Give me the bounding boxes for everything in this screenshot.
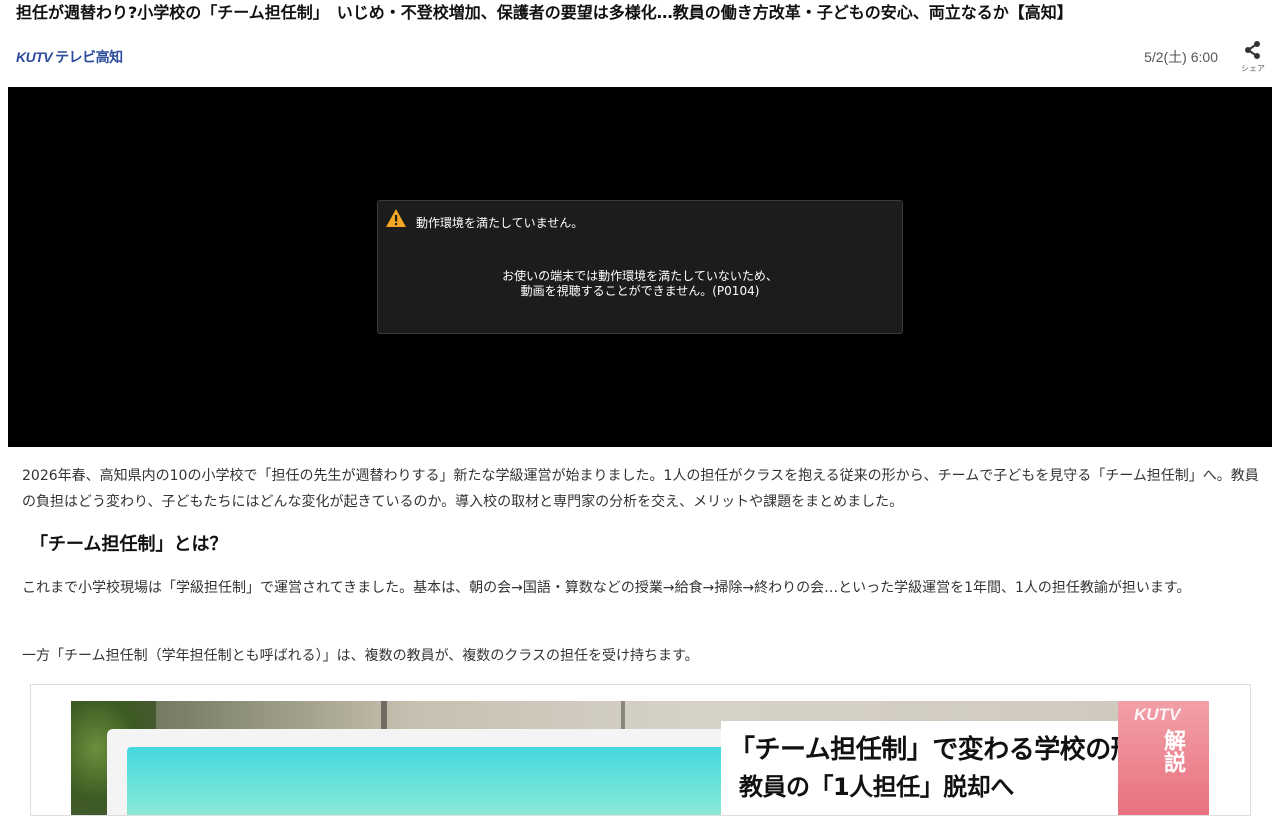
article-paragraph: 2026年春、高知県内の10の小学校で「担任の先生が週替わりする」新たな学級運営… [22,468,1259,510]
article-paragraph: これまで小学校現場は「学級担任制」で運営されてきました。基本は、朝の会→国語・算… [22,580,1191,596]
video-error-title: 動作環境を満たしていません。 [416,216,584,230]
article-figure[interactable]: 「チーム担任制」で変わる学校の形 教員の「1人担任」脱却へ KUTV 解説 [30,684,1251,816]
article-meta: KUTV テレビ高知 5/2(土) 6:00 シェア [0,40,1280,76]
video-error-dialog: 動作環境を満たしていません。 お使いの端末では動作環境を満たしていないため、 動… [377,200,903,334]
warning-icon [386,209,406,227]
source-channel: テレビ高知 [55,49,123,65]
source-brand: KUTV [16,49,53,65]
video-error-line: 動画を視聴することができません。(P0104) [520,284,760,298]
share-label: シェア [1241,64,1265,73]
figure-badge-text: 解説 [1160,729,1185,773]
figure-caption-line: 教員の「1人担任」脱却へ [739,773,1014,801]
video-error-line: お使いの端末では動作環境を満たしていないため、 [502,269,778,283]
figure-caption-line: 「チーム担任制」で変わる学校の形 [729,735,1137,765]
figure-image: 「チーム担任制」で変わる学校の形 教員の「1人担任」脱却へ KUTV 解説 [71,701,1209,815]
video-error-message: お使いの端末では動作環境を満たしていないため、 動画を視聴することができません。… [378,269,902,299]
article-paragraph: 一方「チーム担任制（学年担任制とも呼ばれる）」は、複数の教員が、複数のクラスの担… [22,648,699,664]
video-player[interactable]: 動作環境を満たしていません。 お使いの端末では動作環境を満たしていないため、 動… [8,87,1272,447]
publish-date: 5/2(土) 6:00 [1144,49,1218,65]
figure-badge-brand: KUTV [1134,705,1181,724]
share-button[interactable]: シェア [1238,40,1268,74]
article-headline: 担任が週替わり?小学校の「チーム担任制」 いじめ・不登校増加、保護者の要望は多様… [16,3,1073,22]
figure-caption-box: 「チーム担任制」で変わる学校の形 教員の「1人担任」脱却へ [721,721,1141,815]
share-icon [1245,41,1260,59]
section-heading: 「チーム担任制」とは？ [30,534,228,555]
photo-monitor-screen [127,747,807,815]
figure-badge: KUTV 解説 [1118,701,1209,815]
source-logo[interactable]: KUTV テレビ高知 [16,47,123,67]
